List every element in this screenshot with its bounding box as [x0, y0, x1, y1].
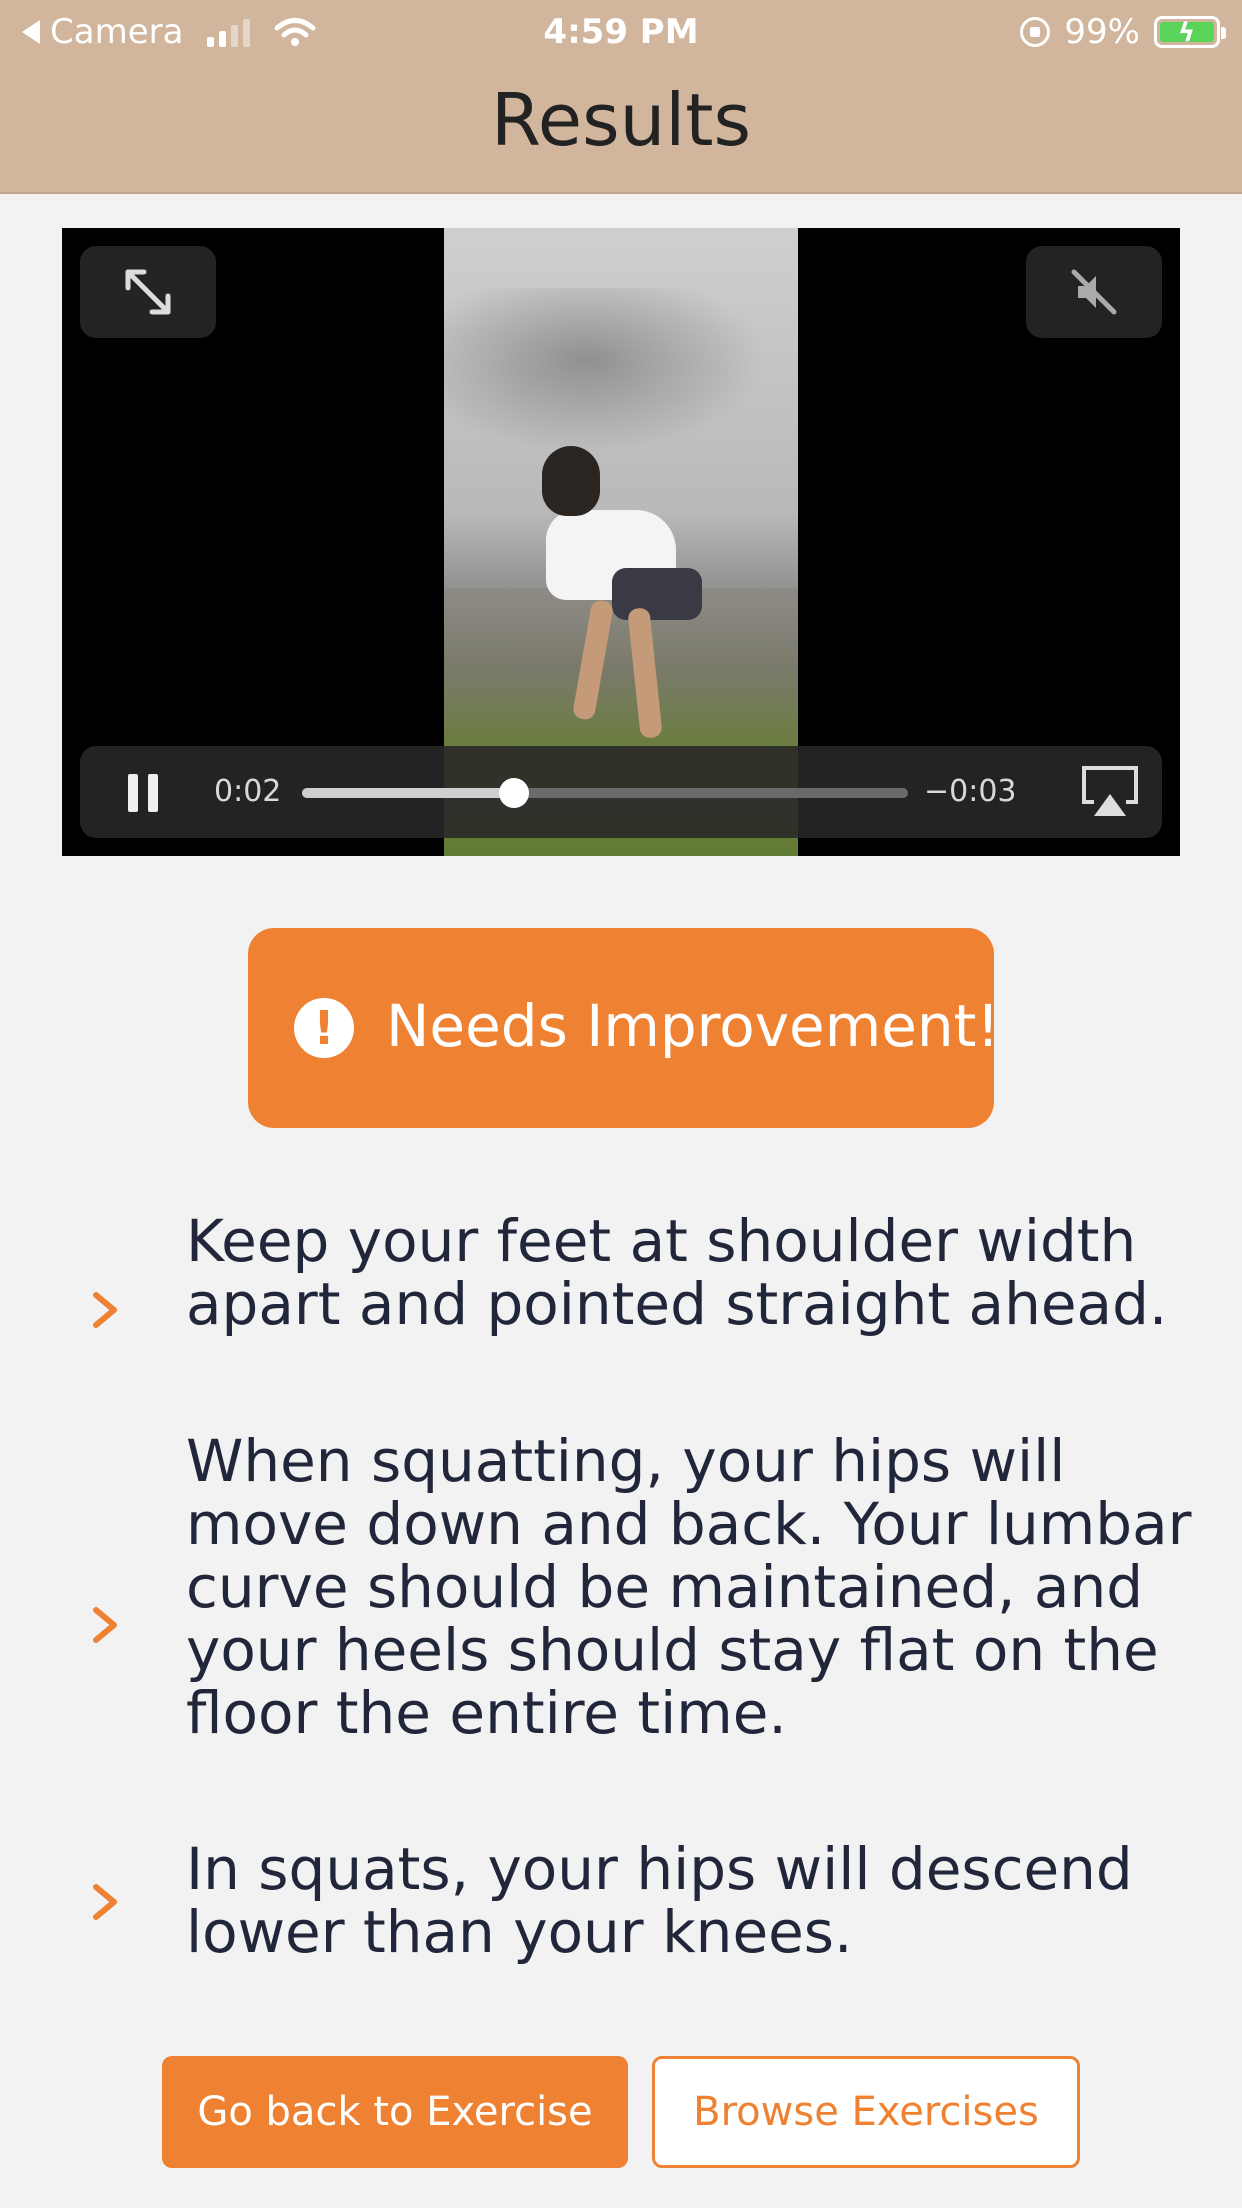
go-back-to-exercise-button[interactable]: Go back to Exercise: [162, 2056, 628, 2168]
tip-item: Keep your feet at shoulder width apart a…: [0, 1210, 1242, 1410]
tip-text: When squatting, your hips will move down…: [186, 1427, 1192, 1747]
scrubber-knob[interactable]: [499, 778, 530, 808]
tip-item: When squatting, your hips will move down…: [0, 1430, 1242, 1820]
rotation-lock-icon: [1020, 17, 1051, 47]
scrubber-progress: [302, 788, 515, 798]
result-label: Needs Improvement!: [386, 992, 1000, 1060]
video-controls: 0:02 −0:03: [80, 746, 1162, 838]
header: Camera 4:59 PM 99% ϟ Results: [0, 0, 1242, 194]
chevron-right-icon: [93, 1292, 117, 1328]
mute-icon: [1071, 269, 1117, 315]
result-badge: ! Needs Improvement!: [248, 928, 1000, 1128]
tip-text: Keep your feet at shoulder width apart a…: [186, 1207, 1168, 1338]
airplay-icon[interactable]: [1080, 764, 1140, 820]
status-bar: Camera 4:59 PM 99% ϟ: [0, 0, 1242, 62]
pause-button[interactable]: [128, 774, 158, 812]
exclamation-circle-icon: !: [294, 998, 354, 1058]
tip-item: In squats, your hips will descend lower …: [0, 1838, 1242, 1978]
chevron-right-icon: [93, 1884, 117, 1920]
video-player[interactable]: 0:02 −0:03: [62, 228, 1180, 856]
remaining-time: −0:03: [924, 774, 1017, 809]
current-time: 0:02: [214, 774, 282, 809]
tip-text: In squats, your hips will descend lower …: [186, 1835, 1133, 1966]
battery-percent: 99%: [1064, 12, 1140, 52]
fullscreen-button[interactable]: [80, 246, 216, 338]
browse-exercises-button[interactable]: Browse Exercises: [652, 2056, 1080, 2168]
page-title: Results: [491, 78, 751, 162]
mute-button[interactable]: [1026, 246, 1162, 338]
chevron-right-icon: [93, 1607, 117, 1643]
scrubber[interactable]: [302, 778, 908, 808]
battery-icon: ϟ: [1154, 16, 1226, 48]
expand-icon: [125, 269, 171, 315]
pause-icon: [128, 774, 138, 812]
